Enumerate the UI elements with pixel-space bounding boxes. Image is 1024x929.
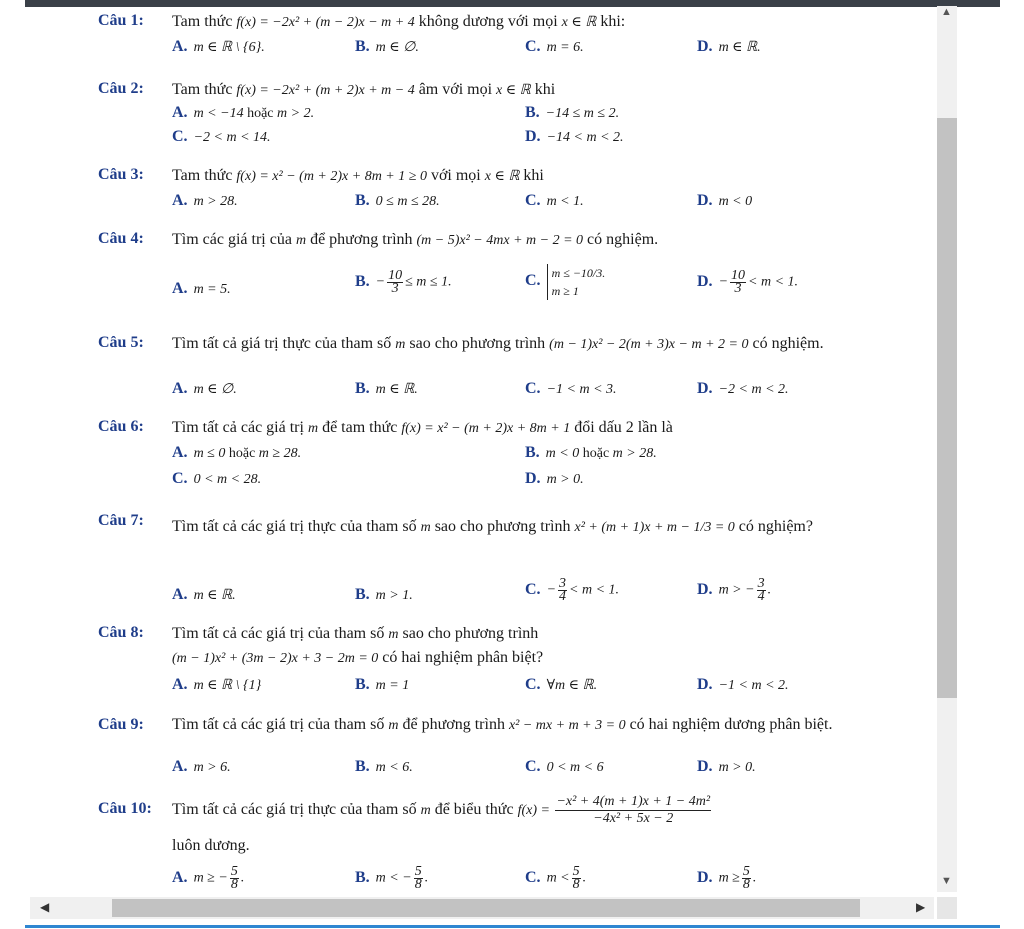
option-a[interactable]: A. m ∈ ℝ \ {1} — [172, 676, 261, 694]
fraction: 34 — [558, 576, 568, 604]
option-b[interactable]: B. m ∈ ∅. — [355, 38, 419, 56]
fraction: 10 3 — [387, 268, 404, 296]
question-label: Câu 2: — [98, 80, 144, 97]
option-a[interactable]: A. m ≤ 0 hoặc m ≥ 28. — [172, 444, 301, 462]
option-c[interactable]: C. m < 1. — [525, 192, 584, 210]
option-a[interactable]: A. m < −14 hoặc m > 2. — [172, 104, 314, 122]
question-stem: Tam thức f(x) = −2x² + (m + 2)x + m − 4 … — [172, 81, 556, 98]
option-a[interactable]: A. m ∈ ∅. — [172, 380, 237, 398]
question-label: Câu 1: — [98, 12, 144, 29]
option-c[interactable]: C. −2 < m < 14. — [172, 128, 271, 146]
expression-fraction: −x² + 4(m + 1)x + 1 − 4m² −4x² + 5x − 2 — [555, 793, 712, 826]
question-stem: Tam thức f(x) = −2x² + (m − 2)x − m + 4 … — [172, 13, 626, 30]
option-d[interactable]: D. −1 < m < 2. — [697, 676, 789, 694]
question-stem-line-2: (m − 1)x² + (3m − 2)x + 3 − 2m = 0 có ha… — [172, 649, 544, 666]
question-stem: Tìm tất cả các giá trị của tham số m để … — [172, 716, 833, 733]
fraction: 58 — [229, 864, 239, 892]
option-c[interactable]: C. −1 < m < 3. — [525, 380, 617, 398]
option-b[interactable]: B. 0 ≤ m ≤ 28. — [355, 192, 440, 210]
option-c[interactable]: C. m <5 8. — [525, 864, 586, 892]
option-d[interactable]: D. m > 0. — [525, 470, 584, 488]
scroll-down-arrow-icon[interactable]: ▼ — [941, 875, 952, 887]
question-label: Câu 7: — [98, 512, 144, 529]
question-label: Câu 4: — [98, 230, 144, 247]
option-c[interactable]: C. 0 < m < 6 — [525, 758, 604, 776]
option-d[interactable]: D. m > −3 4. — [697, 576, 771, 604]
question-stem: Tìm tất cả các giá trị m để tam thức f(x… — [172, 419, 673, 436]
option-a[interactable]: A. m > 28. — [172, 192, 238, 210]
option-d[interactable]: D. m < 0 — [697, 192, 752, 210]
option-a[interactable]: A. m = 5. — [172, 280, 231, 298]
option-a[interactable]: A. m > 6. — [172, 758, 231, 776]
option-c[interactable]: C. −3 4 < m < 1. — [525, 576, 619, 604]
scroll-right-arrow-icon[interactable]: ▶ — [916, 900, 925, 915]
option-c[interactable]: C. 0 < m < 28. — [172, 470, 261, 488]
option-b[interactable]: B. m > 1. — [355, 586, 413, 604]
option-b[interactable]: B. m = 1 — [355, 676, 409, 694]
option-d[interactable]: D. m ≥5 8. — [697, 864, 756, 892]
question-label: Câu 6: — [98, 418, 144, 435]
fraction: 58 — [741, 864, 751, 892]
question-stem: Tam thức f(x) = x² − (m + 2)x + 8m + 1 ≥… — [172, 167, 544, 184]
question-stem: Tìm tất cả giá trị thực của tham số m sa… — [172, 335, 824, 352]
option-b[interactable]: B. −14 ≤ m ≤ 2. — [525, 104, 619, 122]
horizontal-scrollbar-thumb[interactable] — [112, 899, 860, 917]
option-d[interactable]: D. m > 0. — [697, 758, 756, 776]
question-stem: Tìm tất cả các giá trị của tham số m sao… — [172, 625, 539, 642]
option-a[interactable]: A. m ∈ ℝ. — [172, 586, 236, 604]
option-c[interactable]: C. m ≤ −10/3. m ≥ 1 — [525, 264, 605, 300]
option-b[interactable]: B. −10 3 ≤ m ≤ 1. — [355, 268, 452, 296]
option-c[interactable]: C. m = 6. — [525, 38, 584, 56]
question-stem: Tìm tất cả các giá trị thực của tham số … — [172, 793, 712, 826]
fraction: 10 3 — [730, 268, 747, 296]
option-b[interactable]: B. m ∈ ℝ. — [355, 380, 418, 398]
question-stem: Tìm các giá trị của m để phương trình (m… — [172, 231, 659, 248]
option-b[interactable]: B. m < −5 8. — [355, 864, 428, 892]
fraction: 58 — [413, 864, 423, 892]
option-b[interactable]: B. m < 0 hoặc m > 28. — [525, 444, 657, 462]
document-body: Câu 1: Tam thức f(x) = −2x² + (m − 2)x −… — [30, 8, 934, 894]
option-d[interactable]: D. −14 < m < 2. — [525, 128, 624, 146]
scrollbar-corner — [937, 897, 957, 919]
option-d[interactable]: D. m ∈ ℝ. — [697, 38, 761, 56]
option-d[interactable]: D. −2 < m < 2. — [697, 380, 789, 398]
question-label: Câu 10: — [98, 800, 152, 817]
fraction: 58 — [571, 864, 581, 892]
window-top-border — [25, 0, 1000, 7]
bottom-accent-line — [25, 925, 1000, 928]
option-d[interactable]: D. −10 3 < m < 1. — [697, 268, 798, 296]
scroll-up-arrow-icon[interactable]: ▲ — [941, 6, 952, 18]
question-stem-line-2: luôn dương. — [172, 837, 250, 854]
option-b[interactable]: B. m < 6. — [355, 758, 413, 776]
option-a[interactable]: A. m ∈ ℝ \ {6}. — [172, 38, 265, 56]
question-label: Câu 5: — [98, 334, 144, 351]
fraction: 34 — [756, 576, 766, 604]
option-c[interactable]: C. ∀m ∈ ℝ. — [525, 676, 597, 694]
equation-system: m ≤ −10/3. m ≥ 1 — [546, 264, 605, 300]
question-label: Câu 3: — [98, 166, 144, 183]
scroll-left-arrow-icon[interactable]: ◀ — [40, 900, 49, 915]
question-stem: Tìm tất cả các giá trị thực của tham số … — [172, 518, 813, 535]
vertical-scrollbar-thumb[interactable] — [937, 118, 957, 698]
option-a[interactable]: A. m ≥ −5 8. — [172, 864, 244, 892]
question-label: Câu 9: — [98, 716, 144, 733]
question-label: Câu 8: — [98, 624, 144, 641]
